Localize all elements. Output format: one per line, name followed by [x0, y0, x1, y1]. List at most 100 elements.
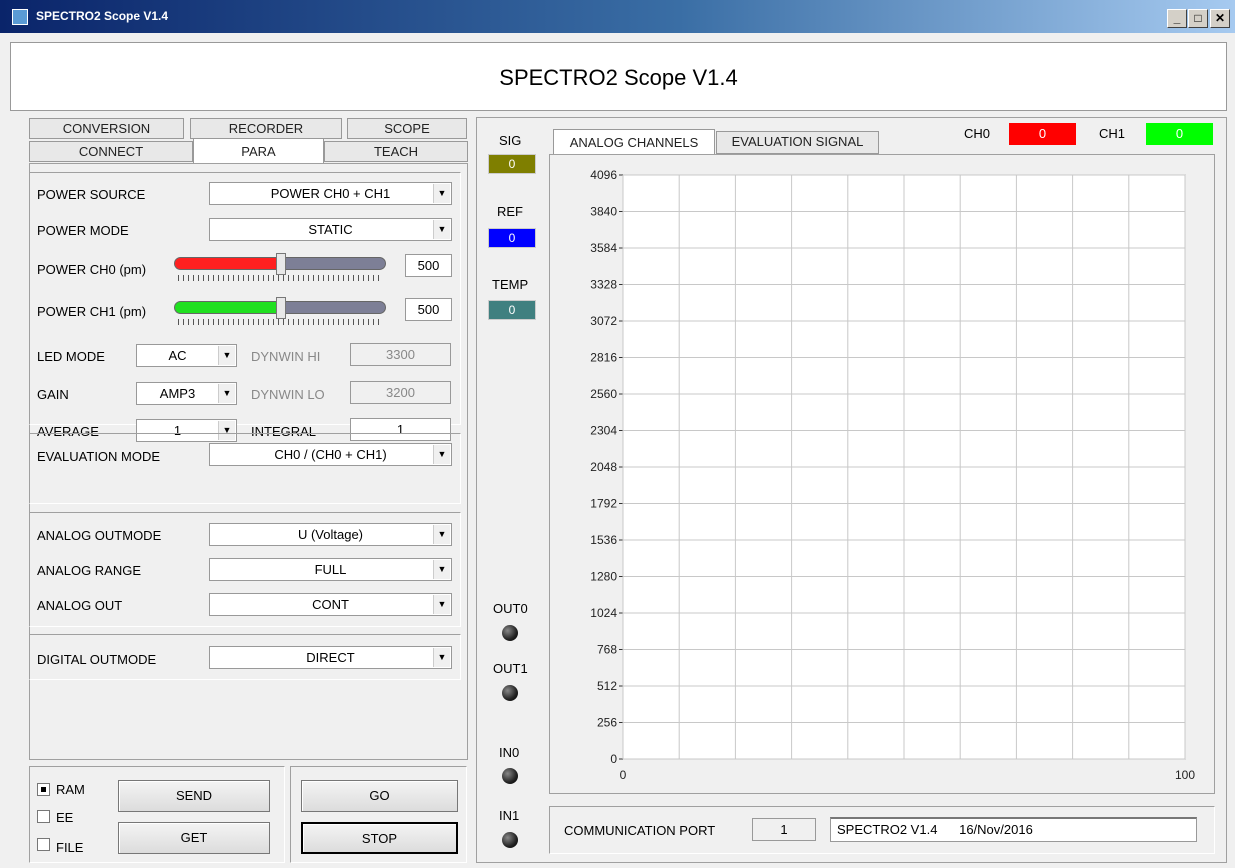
- power-source-value: POWER CH0 + CH1: [270, 186, 391, 201]
- temp-indicator: 0: [488, 300, 536, 320]
- page-title: SPECTRO2 Scope V1.4: [499, 65, 738, 90]
- maximize-button[interactable]: □: [1188, 9, 1208, 28]
- get-button[interactable]: GET: [118, 822, 270, 854]
- y-tick-label: 1792: [590, 497, 617, 511]
- ram-checkbox[interactable]: [37, 783, 50, 796]
- comm-port-field[interactable]: 1: [752, 818, 816, 841]
- y-tick-label: 3072: [590, 314, 617, 328]
- tab-recorder[interactable]: RECORDER: [190, 118, 342, 139]
- power-ch0-fill: [175, 258, 280, 269]
- x-tick-label: 100: [1175, 768, 1195, 782]
- analog-range-value: FULL: [314, 562, 347, 577]
- sig-label: SIG: [499, 133, 522, 148]
- ref-indicator: 0: [488, 228, 536, 248]
- analog-channels-chart: 0 256 512 768 1024 1280 1536 1792 2048 2304 2560 28…: [590, 168, 1195, 782]
- send-button[interactable]: SEND: [118, 780, 270, 812]
- gain-select[interactable]: AMP3 ▼: [136, 382, 237, 405]
- power-ch1-field[interactable]: 500: [405, 298, 452, 321]
- x-tick-label: 0: [620, 768, 627, 782]
- power-ch1-label: POWER CH1 (pm): [37, 304, 147, 319]
- dynwin-lo-label: DYNWIN LO: [251, 387, 325, 402]
- digital-outmode-value: DIRECT: [306, 650, 355, 665]
- y-tick-label: 1536: [590, 533, 617, 547]
- slider-thumb[interactable]: [276, 297, 286, 319]
- ch0-label: CH0: [964, 126, 991, 141]
- device-status-field: SPECTRO2 V1.4 16/Nov/2016: [830, 817, 1197, 842]
- analog-range-label: ANALOG RANGE: [37, 563, 142, 578]
- power-source-select[interactable]: POWER CH0 + CH1 ▼: [209, 182, 452, 205]
- ch0-value: 0: [1009, 123, 1076, 145]
- analog-outmode-select[interactable]: U (Voltage) ▼: [209, 523, 452, 546]
- ref-label: REF: [497, 204, 523, 219]
- chevron-down-icon: ▼: [433, 184, 450, 203]
- power-ch1-slider[interactable]: [174, 297, 386, 329]
- y-tick-label: 4096: [590, 168, 617, 182]
- digital-outmode-select[interactable]: DIRECT ▼: [209, 646, 452, 669]
- led-mode-value: AC: [168, 348, 187, 363]
- analog-out-select[interactable]: CONT ▼: [209, 593, 452, 616]
- chevron-down-icon: ▼: [433, 648, 450, 667]
- power-ch1-fill: [175, 302, 280, 313]
- dynwin-hi-label: DYNWIN HI: [251, 349, 321, 364]
- chevron-down-icon: ▼: [433, 560, 450, 579]
- evaluation-mode-label: EVALUATION MODE: [37, 449, 161, 464]
- analog-range-select[interactable]: FULL ▼: [209, 558, 452, 581]
- in0-label: IN0: [499, 745, 520, 760]
- tab-conversion[interactable]: CONVERSION: [29, 118, 184, 139]
- file-checkbox[interactable]: [37, 838, 50, 851]
- slider-thumb[interactable]: [276, 253, 286, 275]
- tab-connect[interactable]: CONNECT: [29, 141, 193, 162]
- tab-para[interactable]: PARA: [193, 138, 324, 164]
- power-ch0-slider[interactable]: [174, 253, 386, 285]
- go-button[interactable]: GO: [301, 780, 458, 812]
- power-mode-value: STATIC: [308, 222, 353, 237]
- digital-outmode-label: DIGITAL OUTMODE: [37, 652, 157, 667]
- ee-checkbox[interactable]: [37, 810, 50, 823]
- title-bar: SPECTRO2 Scope V1.4 _ □ ✕: [0, 0, 1235, 33]
- y-tick-label: 2048: [590, 460, 617, 474]
- close-button[interactable]: ✕: [1210, 9, 1230, 28]
- ram-label: RAM: [56, 782, 85, 797]
- led-mode-select[interactable]: AC ▼: [136, 344, 237, 367]
- tab-analog-channels[interactable]: ANALOG CHANNELS: [553, 129, 715, 155]
- out0-label: OUT0: [493, 601, 528, 616]
- tab-scope[interactable]: SCOPE: [347, 118, 467, 139]
- minimize-button[interactable]: _: [1167, 9, 1187, 28]
- gain-label: GAIN: [37, 387, 69, 402]
- power-ch0-label: POWER CH0 (pm): [37, 262, 147, 277]
- window-title: SPECTRO2 Scope V1.4: [36, 9, 169, 23]
- out1-label: OUT1: [493, 661, 528, 676]
- ee-label: EE: [56, 810, 74, 825]
- app-icon: [12, 9, 28, 25]
- sig-indicator: 0: [488, 154, 536, 174]
- chevron-down-icon: ▼: [433, 525, 450, 544]
- evaluation-mode-value: CH0 / (CH0 + CH1): [274, 447, 387, 462]
- temp-label: TEMP: [492, 277, 529, 292]
- ch1-label: CH1: [1099, 126, 1126, 141]
- y-tick-label: 2304: [590, 424, 617, 438]
- power-mode-select[interactable]: STATIC ▼: [209, 218, 452, 241]
- tab-teach[interactable]: TEACH: [324, 141, 468, 162]
- comm-port-label: COMMUNICATION PORT: [564, 823, 716, 838]
- chevron-down-icon: ▼: [218, 384, 235, 403]
- chevron-down-icon: ▼: [433, 220, 450, 239]
- power-ch0-field[interactable]: 500: [405, 254, 452, 277]
- power-mode-label: POWER MODE: [37, 223, 129, 238]
- y-tick-label: 256: [597, 716, 617, 730]
- chevron-down-icon: ▼: [218, 346, 235, 365]
- tab-evaluation-signal[interactable]: EVALUATION SIGNAL: [716, 131, 879, 154]
- gain-value: AMP3: [159, 386, 196, 401]
- ch1-value: 0: [1146, 123, 1213, 145]
- file-label: FILE: [56, 840, 84, 855]
- evaluation-mode-select[interactable]: CH0 / (CH0 + CH1) ▼: [209, 443, 452, 466]
- y-tick-label: 3584: [590, 241, 617, 255]
- dynwin-hi-field[interactable]: 3300: [350, 343, 451, 366]
- slider-ticks: [178, 275, 382, 281]
- power-source-label: POWER SOURCE: [37, 187, 146, 202]
- dynwin-lo-field[interactable]: 3200: [350, 381, 451, 404]
- stop-button[interactable]: STOP: [301, 822, 458, 854]
- y-tick-label: 3328: [590, 278, 617, 292]
- analog-outmode-value: U (Voltage): [297, 527, 364, 542]
- y-tick-label: 1024: [590, 606, 617, 620]
- in1-label: IN1: [499, 808, 520, 823]
